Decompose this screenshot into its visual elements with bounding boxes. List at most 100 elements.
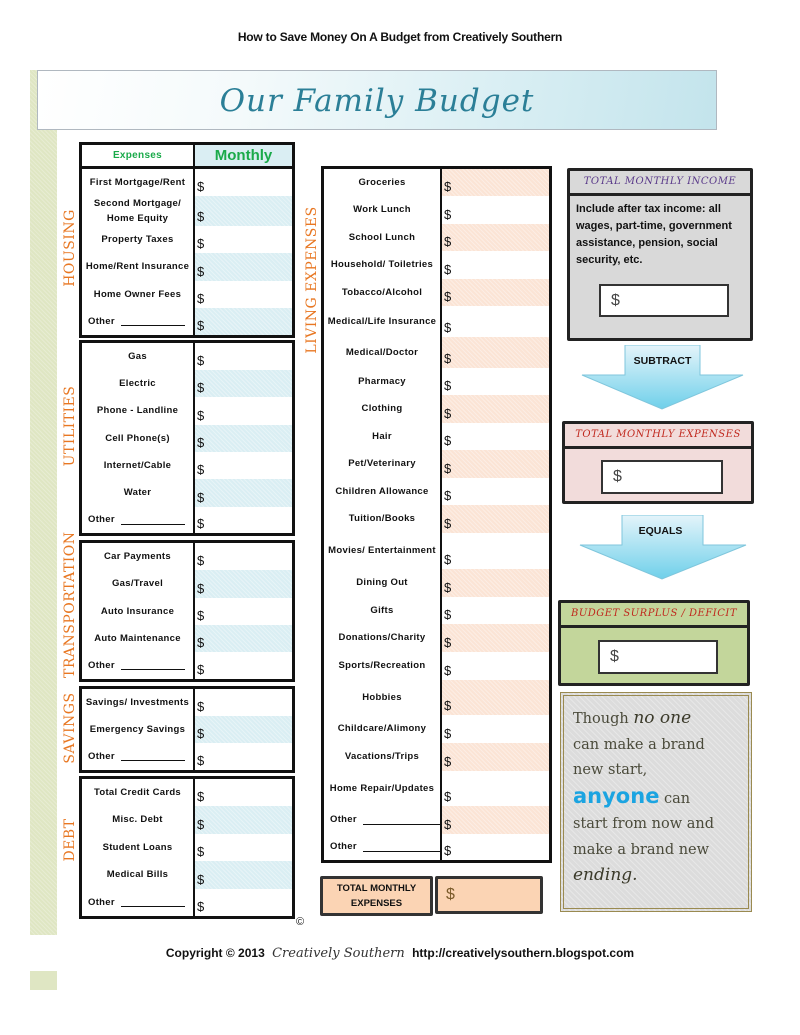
amount-field[interactable]: $ [195, 543, 292, 570]
budget-row: Children Allowance $ [324, 478, 549, 505]
row-label: Tobacco/Alcohol [324, 279, 442, 306]
amount-field[interactable]: $ [442, 505, 549, 533]
row-label: Home Owner Fees [82, 281, 195, 308]
row-label: Other [324, 806, 442, 834]
budget-row: Sports/Recreation $ [324, 652, 549, 680]
amount-field[interactable]: $ [442, 624, 549, 652]
other-blank-line[interactable] [120, 317, 185, 326]
amount-field[interactable]: $ [442, 423, 549, 450]
row-label-text: Cell Phone(s) [105, 432, 170, 444]
page-title: How to Save Money On A Budget from Creat… [237, 30, 563, 44]
amount-field[interactable]: $ [195, 889, 292, 916]
amount-field[interactable]: $ [442, 279, 549, 306]
budget-row: Student Loans $ [82, 834, 292, 861]
other-blank-line[interactable] [120, 516, 185, 525]
amount-field[interactable]: $ [442, 337, 549, 368]
amount-field[interactable]: $ [195, 169, 292, 196]
row-label-text: Household/ Toiletries [330, 259, 434, 271]
row-label: Home Repair/Updates [324, 771, 442, 806]
amount-field[interactable]: $ [195, 308, 292, 335]
amount-field[interactable]: $ [195, 779, 292, 806]
other-blank-line[interactable] [120, 898, 185, 907]
row-label-text: Water [123, 487, 152, 499]
amount-field[interactable]: $ [195, 743, 292, 770]
budget-row: Tuition/Books $ [324, 505, 549, 533]
budget-row: Medical/Life Insurance $ [324, 306, 549, 337]
amount-field[interactable]: $ [442, 533, 549, 569]
amount-field[interactable]: $ [442, 652, 549, 680]
total-monthly-expenses-box: TOTAL MONTHLY EXPENSES $ [562, 421, 754, 504]
amount-field[interactable]: $ [195, 598, 292, 625]
amount-field[interactable]: $ [442, 196, 549, 224]
table-header: Expenses Monthly [82, 145, 292, 169]
footer-url[interactable]: http://creativelysouthern.blogspot.com [412, 946, 634, 960]
amount-field[interactable]: $ [442, 251, 549, 279]
budget-row: Misc. Debt $ [82, 806, 292, 834]
amount-field[interactable]: $ [442, 395, 549, 423]
equals-label: EQUALS [638, 525, 683, 537]
budget-row: Property Taxes $ [82, 226, 292, 253]
amount-field[interactable]: $ [442, 597, 549, 624]
amount-field[interactable]: $ [442, 450, 549, 478]
other-blank-line[interactable] [362, 843, 440, 852]
row-label: Gas [82, 343, 195, 370]
amount-field[interactable]: $ [442, 771, 549, 806]
total-monthly-expenses-field[interactable]: $ [435, 876, 543, 914]
row-label-text: Movies/ Entertainment [328, 545, 436, 557]
row-label: Medical Bills [82, 861, 195, 889]
amount-field[interactable]: $ [195, 507, 292, 533]
amount-field[interactable]: $ [195, 253, 292, 281]
amount-field[interactable]: $ [195, 343, 292, 370]
row-label-text: Sports/Recreation [338, 660, 426, 672]
expenses-summary-field[interactable]: $ [601, 460, 723, 494]
surplus-deficit-field[interactable]: $ [598, 640, 718, 674]
amount-field[interactable]: $ [442, 224, 549, 251]
other-blank-line[interactable] [120, 752, 185, 761]
amount-field[interactable]: $ [195, 625, 292, 652]
other-blank-line[interactable] [120, 661, 185, 670]
section-label-living-expenses: LIVING EXPENSES [304, 206, 320, 354]
amount-field[interactable]: $ [442, 569, 549, 597]
row-label: Other [82, 507, 195, 533]
amount-field[interactable]: $ [442, 169, 549, 196]
quote-text: can [659, 790, 691, 807]
housing-table: Expenses Monthly First Mortgage/Rent $ Sec… [79, 142, 295, 338]
row-label: Electric [82, 370, 195, 397]
amount-field[interactable]: $ [195, 689, 292, 716]
row-label: Phone - Landline [82, 397, 195, 425]
budget-row: Other $ [82, 308, 292, 335]
total-monthly-income-field[interactable]: $ [599, 284, 729, 317]
amount-field[interactable]: $ [442, 368, 549, 395]
quote-text: make a brand new [573, 841, 710, 858]
amount-field[interactable]: $ [442, 306, 549, 337]
amount-field[interactable]: $ [195, 226, 292, 253]
row-label: Other [324, 834, 442, 860]
amount-field[interactable]: $ [195, 806, 292, 834]
amount-field[interactable]: $ [195, 196, 292, 226]
amount-field[interactable]: $ [195, 452, 292, 479]
amount-field[interactable]: $ [442, 743, 549, 771]
section-label-savings: SAVINGS [62, 692, 78, 764]
row-label: Clothing [324, 395, 442, 423]
amount-field[interactable]: $ [195, 281, 292, 308]
amount-field[interactable]: $ [442, 478, 549, 505]
row-label: Other [82, 743, 195, 770]
row-label-text: Tobacco/Alcohol [341, 286, 423, 298]
amount-field[interactable]: $ [442, 680, 549, 715]
amount-field[interactable]: $ [195, 479, 292, 507]
amount-field[interactable]: $ [195, 716, 292, 743]
amount-field[interactable]: $ [195, 397, 292, 425]
budget-row: Other $ [82, 507, 292, 533]
amount-field[interactable]: $ [442, 806, 549, 834]
subtract-label: SUBTRACT [633, 355, 692, 367]
amount-field[interactable]: $ [195, 834, 292, 861]
amount-field[interactable]: $ [195, 425, 292, 452]
amount-field[interactable]: $ [442, 715, 549, 743]
amount-field[interactable]: $ [195, 370, 292, 397]
amount-field[interactable]: $ [442, 834, 549, 860]
amount-field[interactable]: $ [195, 570, 292, 598]
decorative-strip [30, 70, 57, 935]
amount-field[interactable]: $ [195, 861, 292, 889]
other-blank-line[interactable] [362, 816, 440, 825]
amount-field[interactable]: $ [195, 652, 292, 679]
